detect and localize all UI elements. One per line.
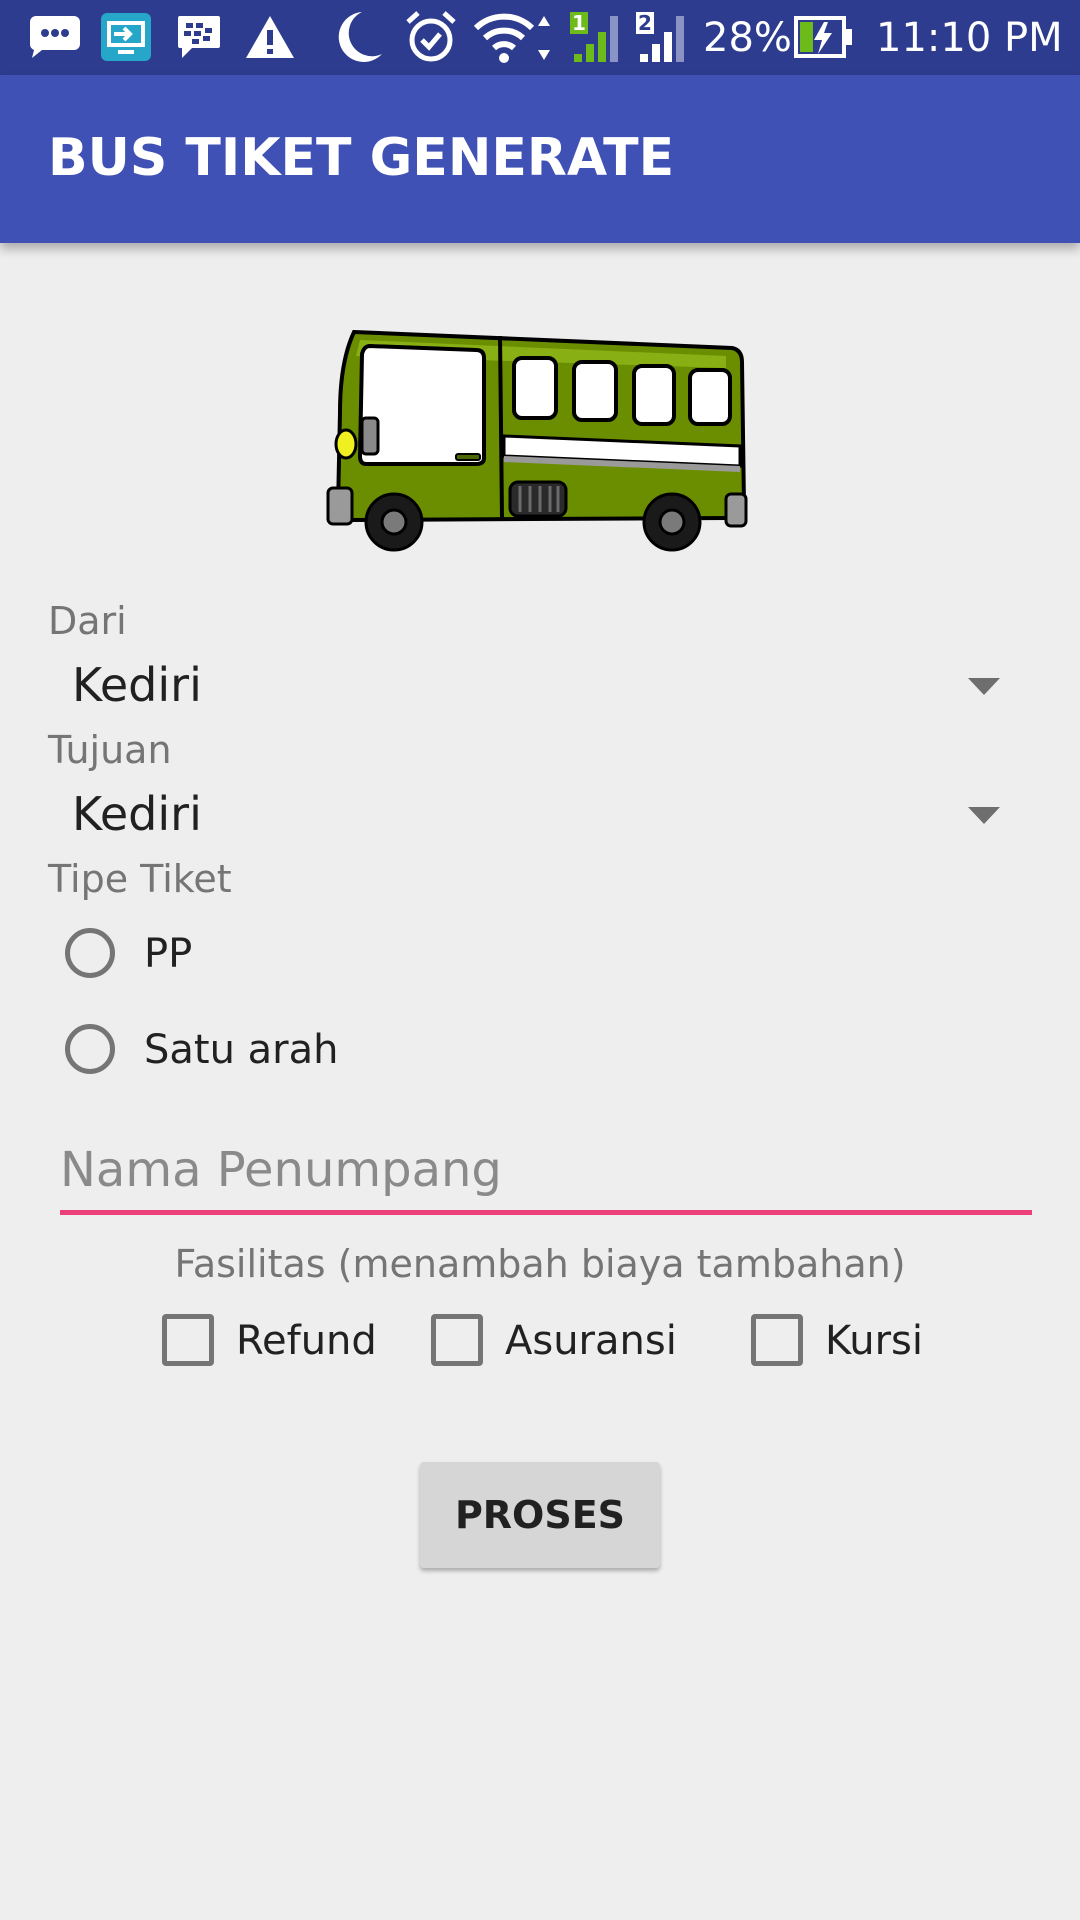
dropdown-arrow-icon [968, 678, 1000, 695]
tujuan-spinner[interactable]: Kediri [48, 769, 1032, 861]
svg-text:1: 1 [572, 11, 586, 35]
screen-cast-icon [100, 12, 152, 66]
checkbox-asuransi-label: Asuransi [505, 1318, 677, 1364]
checkbox-kursi-label: Kursi [825, 1318, 923, 1364]
radio-pp-label: PP [144, 931, 193, 977]
dari-label: Dari [48, 599, 127, 643]
warning-icon [244, 14, 296, 64]
radio-satu-arah-label: Satu arah [144, 1027, 339, 1073]
bus-illustration-icon [326, 322, 754, 554]
clock: 11:10 PM [876, 15, 1063, 61]
nama-penumpang-input[interactable] [60, 1130, 1032, 1215]
wifi-icon [473, 12, 556, 68]
checkbox-unchecked-icon [431, 1314, 483, 1366]
checkbox-refund[interactable]: Refund [162, 1305, 382, 1375]
tujuan-value: Kediri [72, 787, 202, 841]
app-bar: BUS TIKET GENERATE [0, 75, 1080, 243]
app-title: BUS TIKET GENERATE [48, 128, 675, 188]
moon-icon [334, 10, 384, 68]
bbm-icon [176, 14, 222, 64]
dropdown-arrow-icon [968, 807, 1000, 824]
alarm-icon [404, 10, 458, 68]
tipe-tiket-label: Tipe Tiket [48, 857, 232, 901]
tujuan-label: Tujuan [48, 728, 172, 772]
dari-value: Kediri [72, 658, 202, 712]
proses-button[interactable]: PROSES [420, 1462, 660, 1568]
checkbox-refund-label: Refund [236, 1318, 377, 1364]
checkbox-unchecked-icon [162, 1314, 214, 1366]
radio-unchecked-icon [65, 1024, 115, 1074]
radio-satu-arah[interactable]: Satu arah [60, 1012, 560, 1092]
chat-bubble-icon [28, 14, 82, 64]
radio-pp[interactable]: PP [60, 916, 560, 996]
battery-percent: 28% [703, 15, 792, 61]
signal-sim2-icon: 2 [634, 10, 692, 68]
radio-unchecked-icon [65, 928, 115, 978]
status-bar: 1 2 28% 11:10 PM [0, 0, 1080, 75]
battery-charging-icon [794, 16, 854, 62]
dari-spinner[interactable]: Kediri [48, 640, 1032, 732]
svg-text:2: 2 [638, 11, 652, 35]
signal-sim1-icon: 1 [568, 10, 626, 68]
checkbox-asuransi[interactable]: Asuransi [431, 1305, 681, 1375]
checkbox-unchecked-icon [751, 1314, 803, 1366]
checkbox-kursi[interactable]: Kursi [751, 1305, 951, 1375]
fasilitas-label: Fasilitas (menambah biaya tambahan) [174, 1242, 906, 1286]
